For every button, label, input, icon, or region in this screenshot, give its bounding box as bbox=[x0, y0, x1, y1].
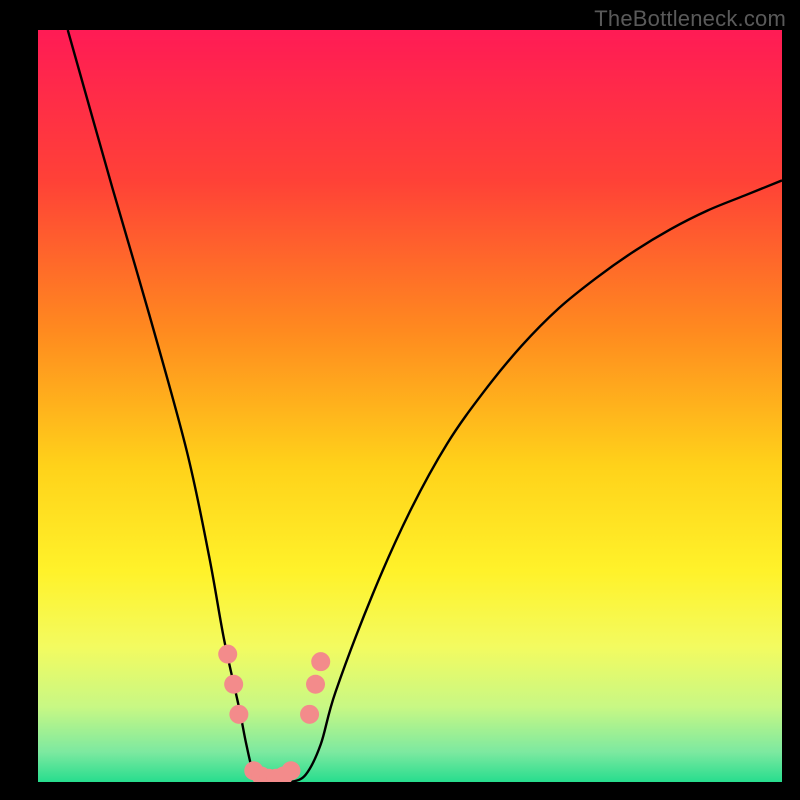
chart-plot-area bbox=[38, 30, 782, 782]
gradient-background bbox=[38, 30, 782, 782]
watermark-text: TheBottleneck.com bbox=[594, 6, 786, 32]
marker-dot bbox=[311, 652, 330, 671]
marker-dot bbox=[229, 705, 248, 724]
marker-dot bbox=[306, 675, 325, 694]
marker-dot bbox=[281, 761, 300, 780]
marker-dot bbox=[218, 645, 237, 664]
marker-dot bbox=[224, 675, 243, 694]
bottleneck-chart-svg bbox=[38, 30, 782, 782]
marker-dot bbox=[300, 705, 319, 724]
